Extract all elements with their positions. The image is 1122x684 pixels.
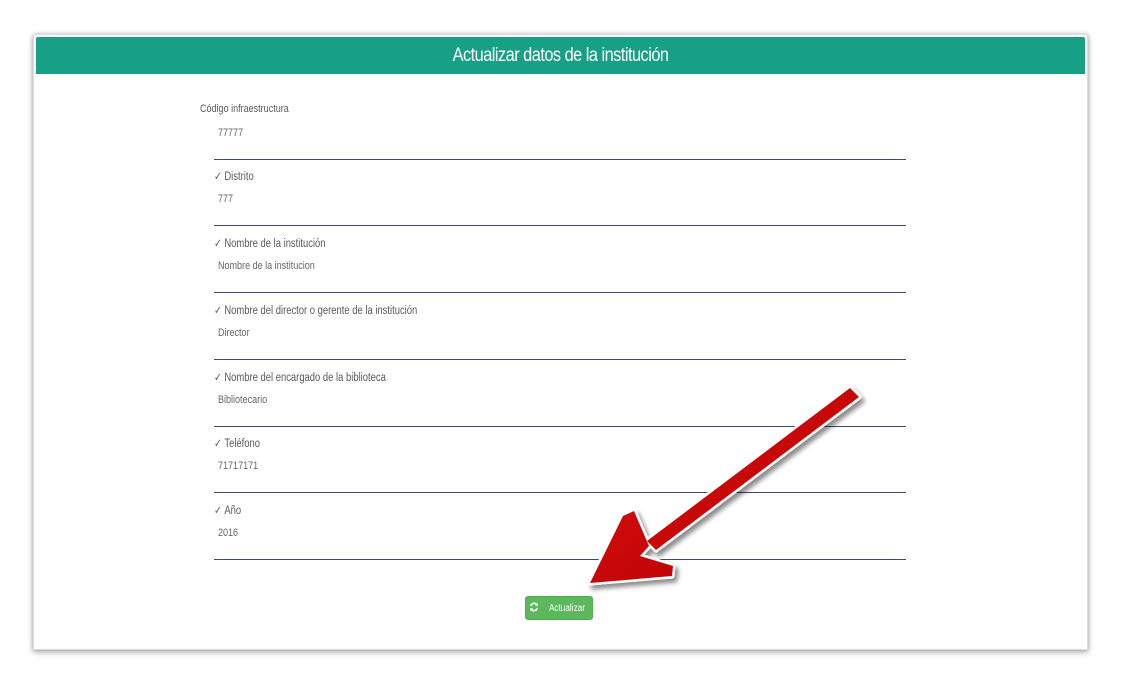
field-label: ✓ Nombre de la institución [214, 238, 326, 250]
check-icon: ✓ [214, 505, 222, 517]
field-label: ✓ Nombre del director o gerente de la ins… [214, 305, 418, 317]
update-institution-panel: Actualizar datos de la institución Códig… [33, 34, 1088, 650]
field-value: 71717171 [218, 460, 259, 472]
field-label: ✓ Año [214, 505, 242, 517]
field-value: Bibliotecario [218, 394, 268, 406]
field-label: ✓ Teléfono [214, 438, 261, 450]
check-icon: ✓ [214, 372, 222, 384]
update-button-label: Actualizar [548, 602, 586, 614]
field-value: Director [218, 327, 250, 339]
field-label: ✓ Distrito [214, 171, 254, 183]
field-value: 2016 [218, 527, 239, 539]
panel-title: Actualizar datos de la institución [452, 44, 669, 66]
field-label: Código infraestructura [200, 103, 289, 115]
field-district[interactable]: ✓ Distrito 777 [214, 169, 906, 226]
field-librarian-name[interactable]: ✓ Nombre del encargado de la biblioteca B… [214, 370, 906, 427]
field-phone[interactable]: ✓ Teléfono 71717171 [214, 436, 906, 493]
refresh-icon [529, 602, 539, 615]
field-value: 77777 [218, 127, 244, 139]
check-icon: ✓ [214, 305, 222, 317]
panel-header: Actualizar datos de la institución [36, 37, 1085, 74]
field-institution-name[interactable]: ✓ Nombre de la institución Nombre de la i… [214, 236, 906, 293]
check-icon: ✓ [214, 438, 222, 450]
check-icon: ✓ [214, 171, 222, 183]
field-value: 777 [218, 193, 234, 205]
field-label: ✓ Nombre del encargado de la biblioteca [214, 372, 386, 384]
field-director-name[interactable]: ✓ Nombre del director o gerente de la ins… [214, 303, 906, 360]
field-infrastructure-code[interactable]: Código infraestructura 77777 [200, 103, 906, 160]
field-year[interactable]: ✓ Año 2016 [214, 503, 906, 560]
update-button[interactable]: Actualizar [525, 596, 593, 620]
check-icon: ✓ [214, 238, 222, 250]
field-value: Nombre de la institucion [218, 260, 315, 272]
